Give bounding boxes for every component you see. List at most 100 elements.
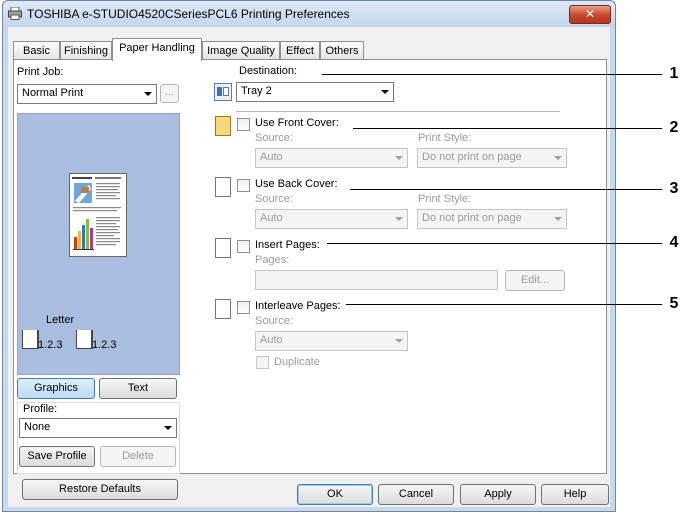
graphics-view-button[interactable]: Graphics	[17, 378, 95, 399]
callout-line-3	[350, 189, 662, 190]
tab-finishing[interactable]: Finishing	[60, 41, 112, 60]
interleave-pages-label: Interleave Pages:	[255, 300, 341, 312]
front-cover-source-select[interactable]: Auto	[255, 148, 408, 168]
button-label: OK	[327, 488, 343, 500]
callout-number-3: 3	[669, 180, 679, 197]
button-label: Graphics	[33, 382, 79, 394]
tab-paper-handling[interactable]: Paper Handling	[112, 38, 202, 61]
tab-label: Paper Handling	[119, 42, 195, 54]
use-front-cover-label: Use Front Cover:	[255, 117, 339, 129]
dialog-client-area: Basic Finishing Paper Handling Image Qua…	[8, 27, 610, 507]
button-label: Help	[563, 488, 587, 500]
button-label: Cancel	[398, 488, 434, 500]
select-value: Auto	[260, 334, 283, 346]
interleave-pages-icon	[215, 299, 231, 319]
window-title: TOSHIBA e-STUDIO4520CSeriesPCL6 Printing…	[27, 7, 350, 21]
front-cover-style-label: Print Style:	[418, 132, 472, 144]
printer-icon	[8, 7, 22, 20]
callout-line-1	[322, 74, 662, 75]
ok-button[interactable]: OK	[297, 484, 373, 505]
callout-number-4: 4	[669, 234, 679, 251]
save-profile-button[interactable]: Save Profile	[19, 446, 95, 467]
print-job-value: Normal Print	[22, 87, 84, 99]
button-label: ...	[164, 86, 175, 98]
collate-icon	[22, 330, 39, 349]
cancel-button[interactable]: Cancel	[378, 484, 454, 505]
button-label: Apply	[484, 488, 512, 500]
button-label: Delete	[122, 450, 154, 462]
insert-pages-pages-label: Pages:	[255, 254, 290, 266]
callout-number-1: 1	[669, 65, 679, 82]
print-job-select[interactable]: Normal Print	[17, 84, 157, 104]
tab-basic[interactable]: Basic	[13, 41, 60, 60]
use-back-cover-checkbox[interactable]	[237, 179, 250, 192]
help-button[interactable]: Help	[541, 484, 609, 505]
tab-others[interactable]: Others	[320, 41, 364, 60]
insert-pages-label: Insert Pages:	[255, 239, 320, 251]
back-cover-source-select[interactable]: Auto	[255, 209, 408, 229]
back-cover-style-select[interactable]: Do not print on page	[417, 209, 567, 229]
destination-value: Tray 2	[241, 85, 272, 97]
interleave-pages-checkbox[interactable]	[237, 301, 250, 314]
back-cover-source-label: Source:	[255, 193, 293, 205]
duplicate-checkbox[interactable]	[256, 356, 269, 369]
select-value: Auto	[260, 212, 283, 224]
tab-image-quality[interactable]: Image Quality	[202, 41, 280, 60]
apply-button[interactable]: Apply	[460, 484, 536, 505]
tab-label: Finishing	[63, 45, 109, 57]
printing-preferences-window: TOSHIBA e-STUDIO4520CSeriesPCL6 Printing…	[2, 0, 616, 512]
tab-label: Effect	[286, 45, 314, 57]
close-button[interactable]: ✕	[569, 5, 611, 24]
insert-pages-icon	[215, 238, 231, 258]
insert-pages-checkbox[interactable]	[237, 240, 250, 253]
uncollate-icon	[76, 330, 93, 349]
use-front-cover-checkbox[interactable]	[237, 118, 250, 131]
print-job-more-button[interactable]: ...	[160, 84, 179, 103]
chevron-down-icon	[395, 339, 403, 343]
chevron-down-icon	[395, 217, 403, 221]
back-cover-icon	[215, 177, 231, 197]
callout-line-5	[346, 304, 662, 305]
destination-label: Destination:	[239, 65, 298, 77]
select-value: Do not print on page	[422, 151, 522, 163]
front-cover-source-label: Source:	[255, 132, 293, 144]
front-cover-style-select[interactable]: Do not print on page	[417, 148, 567, 168]
chevron-down-icon	[395, 156, 403, 160]
text-view-button[interactable]: Text	[99, 378, 177, 399]
insert-pages-input[interactable]	[255, 270, 498, 290]
chevron-down-icon	[554, 156, 562, 160]
button-label: Text	[127, 382, 149, 394]
tab-label: Basic	[23, 45, 50, 57]
destination-select[interactable]: Tray 2	[236, 82, 394, 102]
select-value: Auto	[260, 151, 283, 163]
callout-line-4	[327, 243, 662, 244]
profile-value: None	[24, 421, 51, 433]
chevron-down-icon	[144, 92, 152, 96]
separator	[236, 111, 560, 112]
collate-label: 1.2.3	[38, 339, 63, 351]
page-preview-image	[69, 173, 127, 257]
profile-select[interactable]: None	[19, 418, 177, 438]
delete-profile-button[interactable]: Delete	[100, 446, 176, 467]
button-label: Edit...	[520, 274, 550, 286]
profile-label: Profile:	[23, 403, 58, 415]
interleave-source-select[interactable]: Auto	[255, 331, 408, 351]
tray-icon	[214, 83, 232, 101]
tab-label: Others	[325, 45, 359, 57]
tab-effect[interactable]: Effect	[280, 41, 320, 60]
chevron-down-icon	[554, 217, 562, 221]
interleave-source-label: Source:	[255, 315, 293, 327]
print-job-label: Print Job:	[17, 66, 64, 78]
restore-defaults-button[interactable]: Restore Defaults	[22, 479, 178, 500]
title-bar: TOSHIBA e-STUDIO4520CSeriesPCL6 Printing…	[3, 1, 615, 27]
button-label: Save Profile	[27, 450, 87, 462]
callout-line-2	[353, 128, 662, 129]
uncollate-label: 1.2.3	[92, 339, 117, 351]
callout-number-2: 2	[669, 119, 679, 136]
use-back-cover-label: Use Back Cover:	[255, 178, 338, 190]
edit-pages-button[interactable]: Edit...	[505, 270, 565, 291]
close-icon: ✕	[584, 7, 596, 21]
print-preview-area: Letter 1.2.3 1.2.3	[17, 113, 180, 375]
chevron-down-icon	[164, 426, 172, 430]
chevron-down-icon	[381, 90, 389, 94]
